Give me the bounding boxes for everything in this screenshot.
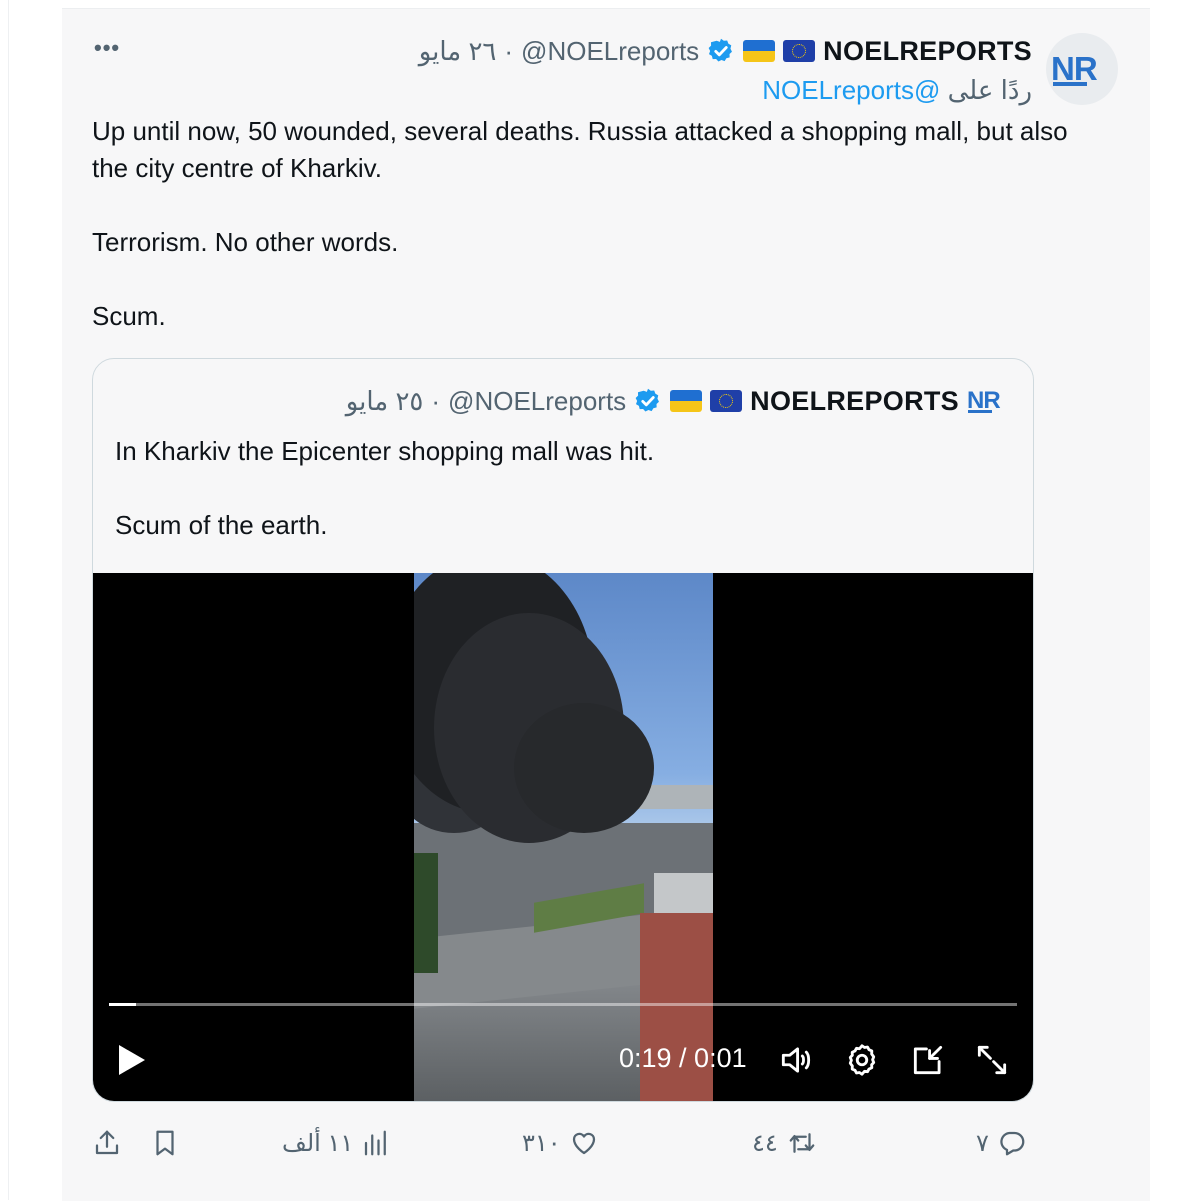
replies-count: ٧ <box>976 1129 989 1157</box>
likes-count: ٣١٠ <box>522 1129 561 1157</box>
quoted-tweet-header: ٢٥ مايو · @NOELreports NOELREPORTS NR <box>346 383 1011 419</box>
bookmark-icon <box>156 1130 174 1156</box>
share-button[interactable] <box>92 1121 122 1165</box>
like-button[interactable]: ٣١٠ <box>522 1121 599 1165</box>
reply-handle-link[interactable]: @NOELreports <box>762 75 940 105</box>
tweet-text: Up until now, 50 wounded, several deaths… <box>92 116 1068 331</box>
share-icon <box>95 1130 119 1155</box>
author-handle[interactable]: @NOELreports <box>521 36 699 67</box>
quoted-author-handle: @NOELreports <box>448 385 627 416</box>
avatar[interactable]: NR <box>1046 33 1118 105</box>
repost-icon <box>789 1133 815 1153</box>
quoted-tweet-text: In Kharkiv the Epicenter shopping mall w… <box>115 436 655 540</box>
tweet-date[interactable]: ٢٦ مايو <box>419 36 497 67</box>
tweet-actions: ١١ ألف ٣١٠ ٤٤ ٧ <box>62 1121 1150 1165</box>
quoted-tweet[interactable]: ٢٥ مايو · @NOELreports NOELREPORTS NR In… <box>92 358 1034 1102</box>
verified-badge-icon[interactable] <box>707 37 735 65</box>
heart-icon <box>572 1132 595 1155</box>
nr-logo-icon: NR <box>1051 50 1098 87</box>
fullscreen-icon[interactable] <box>973 1041 1011 1079</box>
bookmark-button[interactable] <box>150 1121 180 1165</box>
reply-context: ردًا على @NOELreports <box>762 75 1032 106</box>
reply-prefix: ردًا على <box>947 75 1032 105</box>
play-icon[interactable] <box>119 1045 145 1075</box>
reply-button[interactable]: ٧ <box>976 1121 1027 1165</box>
quoted-date: ٢٥ مايو <box>345 385 424 416</box>
more-options-icon[interactable]: ••• <box>94 35 120 61</box>
reposts-count: ٤٤ <box>752 1129 778 1157</box>
picture-in-picture-icon[interactable] <box>909 1041 947 1079</box>
volume-icon[interactable] <box>777 1041 815 1079</box>
left-panel-edge <box>0 0 9 1200</box>
tweet-header: ٢٦ مايو · @NOELreports NOELREPORTS <box>419 33 1032 69</box>
tweet-card[interactable]: ••• ٢٦ مايو · @NOELreports NOELREPORTS N… <box>62 8 1150 1201</box>
eu-flag-icon <box>783 40 816 62</box>
video-frame <box>414 573 713 1101</box>
video-progress-track[interactable] <box>109 1003 1017 1006</box>
quoted-nr-logo-icon: NR <box>967 387 1001 414</box>
quoted-ukraine-flag-icon <box>670 390 703 412</box>
quoted-separator: · <box>431 385 441 416</box>
quoted-author-name: NOELREPORTS <box>750 385 959 416</box>
video-player[interactable]: 0:19 / 0:01 <box>93 573 1033 1101</box>
author-name[interactable]: NOELREPORTS <box>823 36 1032 67</box>
views-icon <box>365 1130 387 1156</box>
header-separator: · <box>504 35 514 66</box>
views-button[interactable]: ١١ ألف <box>282 1121 391 1165</box>
quoted-eu-flag-icon <box>710 390 743 412</box>
settings-gear-icon[interactable] <box>843 1041 881 1079</box>
ukraine-flag-icon <box>743 40 776 62</box>
repost-button[interactable]: ٤٤ <box>752 1121 818 1165</box>
video-time: 0:19 / 0:01 <box>619 1043 747 1073</box>
reply-icon <box>1000 1131 1025 1156</box>
video-progress-fill <box>109 1003 137 1006</box>
views-count: ١١ ألف <box>282 1129 354 1157</box>
quoted-verified-badge-icon <box>635 388 660 412</box>
